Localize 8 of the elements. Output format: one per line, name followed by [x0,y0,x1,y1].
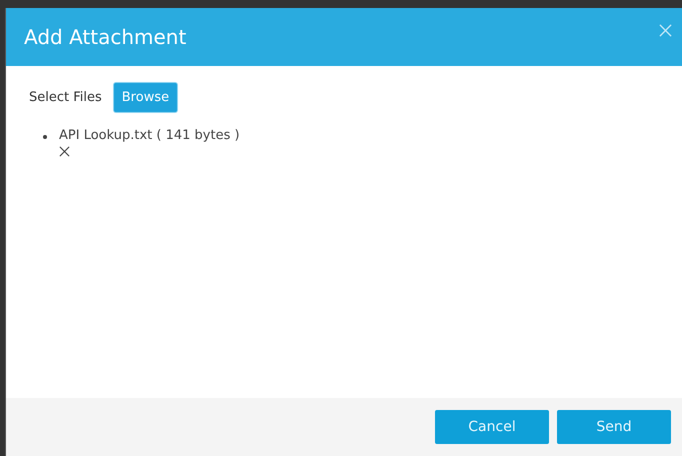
dialog-button[interactable]: Cancel [435,410,549,444]
browse-button[interactable]: Browse [114,83,178,112]
dialog-button[interactable]: Send [557,410,671,444]
bullet-icon [43,135,47,139]
field-label: Select Files [29,90,102,105]
dialog-title: Add Attachment [24,25,186,49]
remove-icon[interactable] [59,146,70,157]
file-name: API Lookup.txt ( 141 bytes ) [59,128,240,143]
